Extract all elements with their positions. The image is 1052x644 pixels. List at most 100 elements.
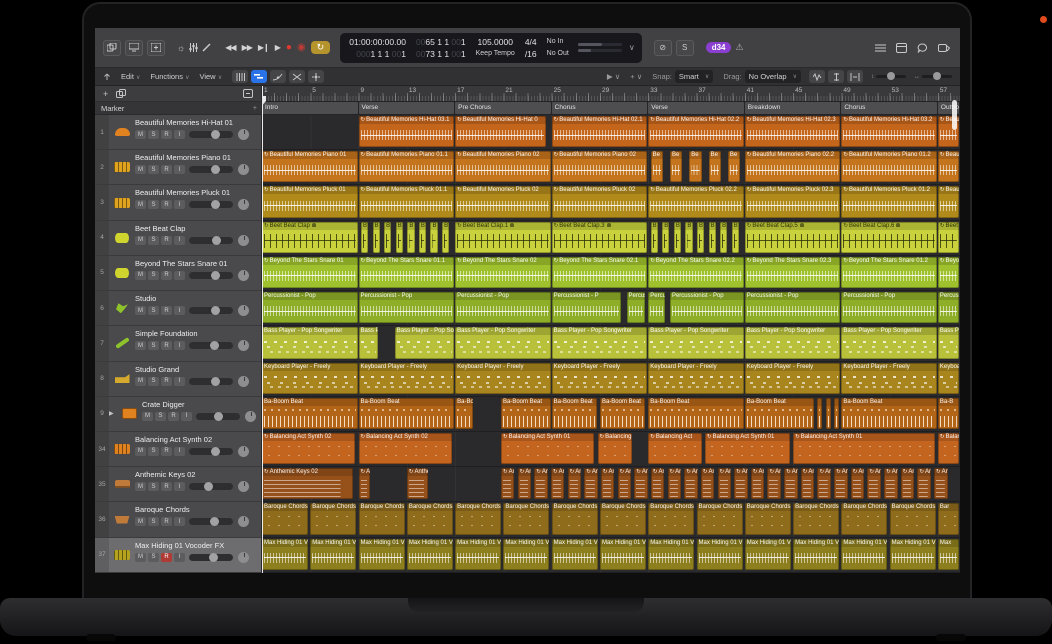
region[interactable]: B [720, 222, 727, 253]
track-row[interactable]: 9▶Crate DiggerMSRI [95, 397, 261, 432]
region[interactable]: ↻Beautiful Memories Piano 01.2 [841, 151, 937, 182]
region[interactable]: ↻Anthe [568, 468, 581, 499]
region[interactable]: ↻Anthe [551, 468, 564, 499]
region[interactable]: Percus [938, 292, 959, 323]
add-track-button[interactable]: + [103, 89, 108, 99]
arrangement-marker[interactable]: Verse [359, 102, 455, 114]
arrangement-marker[interactable]: Breakdown [745, 102, 841, 114]
track-name[interactable]: Beautiful Memories Pluck 01 [135, 188, 261, 197]
track-row[interactable]: 4Beet Beat ClapMSRI [95, 221, 261, 256]
record-enable-button[interactable]: R [161, 306, 172, 315]
grid-view-button[interactable] [232, 70, 248, 83]
region[interactable]: ↻Beautiful Memories Piano 02 [455, 151, 551, 182]
region[interactable]: B [419, 222, 426, 253]
region[interactable]: Max Hiding 01 V [455, 539, 501, 570]
region[interactable]: B [442, 222, 449, 253]
pan-knob[interactable] [238, 516, 249, 527]
region[interactable]: Bass Pl [938, 327, 959, 358]
region[interactable]: B [651, 222, 658, 253]
region[interactable]: Baroque Chords [310, 503, 356, 534]
region[interactable]: ↻Beautiful Memories Hi-Hat 03.2 [841, 116, 937, 147]
region[interactable]: Bass Player - Pop Songwriter [648, 327, 744, 358]
track-name[interactable]: Beautiful Memories Piano 01 [135, 153, 261, 162]
volume-slider[interactable] [189, 554, 233, 561]
track-lane[interactable]: ↻Balancing Act Synth 02↻Balancing Act Sy… [262, 432, 960, 467]
region[interactable]: Keyboard Player - Freely [359, 363, 455, 394]
mute-button[interactable]: M [135, 236, 146, 245]
mute-button[interactable]: M [135, 306, 146, 315]
region[interactable]: Baroque Chords [648, 503, 694, 534]
track-name[interactable]: Anthemic Keys 02 [135, 470, 261, 479]
input-monitor-button[interactable]: I [174, 447, 185, 456]
track-row[interactable]: 34Balancing Act Synth 02MSRI [95, 432, 261, 467]
mute-button[interactable]: M [135, 130, 146, 139]
region[interactable]: ↻Anthe [534, 468, 547, 499]
region[interactable]: ↻Anthe [784, 468, 797, 499]
region[interactable]: ↻Beyond The Stars Snare 02.2 [648, 257, 744, 288]
pan-knob[interactable] [238, 129, 249, 140]
region[interactable]: Max Hiding 01 V [697, 539, 743, 570]
region[interactable]: ↻Beautiful Memories Pluck 01.2 [841, 186, 937, 217]
marker-track-header[interactable]: Marker + [95, 102, 261, 115]
record-button[interactable]: ● [286, 42, 291, 53]
solo-button[interactable]: S [148, 482, 159, 491]
region[interactable]: ↻Anthe [518, 468, 531, 499]
record-enable-button[interactable]: R [161, 200, 172, 209]
input-monitor-button[interactable]: I [174, 377, 185, 386]
volume-slider[interactable] [189, 307, 233, 314]
region[interactable]: Baroque Chords [503, 503, 549, 534]
track-lane[interactable]: Baroque ChordsBaroque ChordsBaroque Chor… [262, 502, 960, 537]
region[interactable]: Baroque Chords [552, 503, 598, 534]
solo-button[interactable]: S [148, 271, 159, 280]
region[interactable]: Keyboard Player - Freely [648, 363, 744, 394]
volume-slider[interactable] [189, 166, 233, 173]
solo-button[interactable]: S [148, 165, 159, 174]
play-button[interactable]: ▶ [275, 43, 280, 52]
region[interactable]: Bass Player - Pop So [395, 327, 454, 358]
record-enable-button[interactable]: R [161, 553, 172, 562]
lcd-chevron-icon[interactable]: ∨ [626, 43, 638, 52]
region[interactable] [834, 398, 839, 429]
region[interactable]: Percussionist - Pop [745, 292, 841, 323]
record-enable-button[interactable]: R [161, 341, 172, 350]
region[interactable]: ↻Balancing Act Synth 02 [262, 433, 355, 464]
drag-select[interactable]: No Overlap∨ [745, 70, 801, 83]
track-name[interactable]: Balancing Act Synth 02 [135, 435, 261, 444]
region[interactable]: Max Hiding 01 V [600, 539, 646, 570]
region[interactable]: ↻Beyond The Stars Snare 01.1 [359, 257, 455, 288]
region[interactable]: Max Hiding 01 V [262, 539, 308, 570]
input-monitor-button[interactable]: I [174, 200, 185, 209]
pointer-tool-menu[interactable]: ▶ ∨ [607, 72, 620, 81]
region[interactable]: Bass Player - Pop Songwriter [262, 327, 358, 358]
functions-menu[interactable]: Functions ∨ [150, 72, 189, 81]
pan-knob[interactable] [238, 164, 249, 175]
track-row[interactable]: 35Anthemic Keys 02MSRI [95, 467, 261, 502]
region[interactable]: Be [709, 151, 721, 182]
region[interactable]: ↻Anthe [584, 468, 597, 499]
region[interactable]: Ba-Boom Beat [648, 398, 744, 429]
solo-button[interactable]: S [155, 412, 166, 421]
solo-button[interactable]: S [148, 306, 159, 315]
region[interactable]: ↻Anthe [884, 468, 897, 499]
region[interactable]: Max Hiding 01 V [310, 539, 356, 570]
region[interactable]: B [662, 222, 669, 253]
region[interactable]: ↻Anthe [701, 468, 714, 499]
region[interactable]: ↻Beautiful Memories Hi-Hat 0 [455, 116, 546, 147]
region[interactable]: ↻Beautiful Memories Piano 02 [552, 151, 648, 182]
volume-slider[interactable] [189, 237, 233, 244]
region[interactable]: Baroque Chords [745, 503, 791, 534]
region[interactable]: Percussionist - Pop [670, 292, 744, 323]
track-row[interactable]: 37Max Hiding 01 Vocoder FXMSRI [95, 538, 261, 573]
track-name[interactable]: Crate Digger [142, 400, 261, 409]
solo-button[interactable]: S [676, 40, 694, 56]
region[interactable]: Be [651, 151, 663, 182]
region[interactable]: Max Hiding 01 V [503, 539, 549, 570]
auto-track-zoom-button[interactable] [828, 70, 844, 83]
waveform-zoom-button[interactable] [809, 70, 825, 83]
flex-button[interactable] [308, 70, 324, 83]
volume-slider[interactable] [196, 413, 240, 420]
browsers-icon[interactable] [938, 43, 950, 53]
region[interactable]: ↻Beyond The Stars Snare 01 [262, 257, 358, 288]
region[interactable]: Percus [648, 292, 665, 323]
arrangement-marker[interactable]: Chorus [841, 102, 937, 114]
